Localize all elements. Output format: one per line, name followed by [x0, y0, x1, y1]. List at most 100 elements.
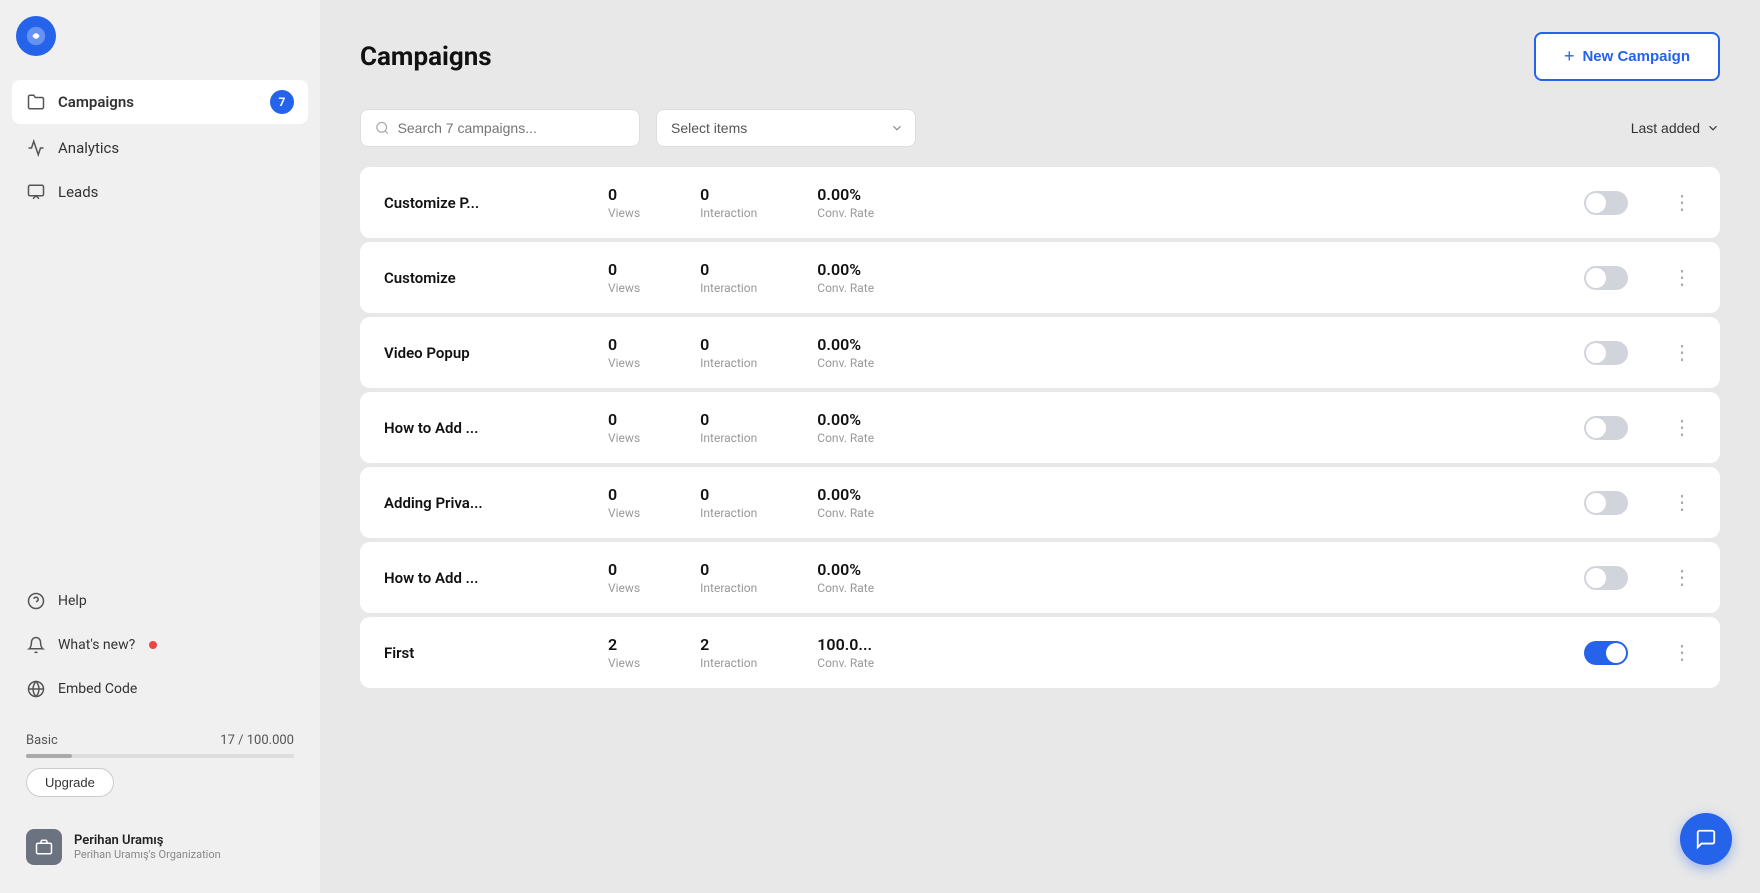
sidebar-item-leads[interactable]: Leads — [12, 172, 308, 212]
page-title: Campaigns — [360, 42, 492, 72]
chat-icon — [1695, 828, 1717, 850]
campaign-toggle[interactable] — [1584, 191, 1628, 215]
campaign-toggle[interactable] — [1584, 566, 1628, 590]
interaction-label: Interaction — [700, 281, 757, 295]
search-input[interactable] — [398, 120, 625, 136]
folder-icon — [26, 92, 46, 112]
views-stat: 0 Views — [608, 260, 640, 295]
views-label: Views — [608, 356, 640, 370]
campaign-name: First — [384, 644, 584, 662]
interaction-label: Interaction — [700, 656, 757, 670]
conv-rate-value: 0.00% — [817, 560, 861, 579]
interaction-label: Interaction — [700, 431, 757, 445]
more-options-button[interactable]: ⋮ — [1668, 190, 1696, 215]
more-options-button[interactable]: ⋮ — [1668, 490, 1696, 515]
logo-icon — [25, 25, 47, 47]
campaign-toggle[interactable] — [1584, 491, 1628, 515]
campaign-name: How to Add ... — [384, 569, 584, 587]
campaign-row: Video Popup 0 Views 0 Interaction 0.00% … — [360, 317, 1720, 388]
campaign-toggle[interactable] — [1584, 341, 1628, 365]
more-options-button[interactable]: ⋮ — [1668, 565, 1696, 590]
views-label: Views — [608, 506, 640, 520]
more-options-button[interactable]: ⋮ — [1668, 640, 1696, 665]
search-icon — [375, 120, 390, 136]
views-stat: 0 Views — [608, 185, 640, 220]
interaction-value: 0 — [700, 260, 709, 279]
sidebar-item-whats-new[interactable]: What's new? — [12, 625, 308, 665]
toggle-wrap — [1584, 566, 1628, 590]
campaign-toggle[interactable] — [1584, 266, 1628, 290]
notification-dot — [149, 641, 157, 649]
plan-usage: 17 / 100.000 — [220, 733, 294, 748]
interaction-label: Interaction — [700, 581, 757, 595]
monitor-icon — [26, 182, 46, 202]
sidebar-item-embed-code[interactable]: Embed Code — [12, 669, 308, 709]
sidebar-bottom: Help What's new? Embed Code Basic 17 / — [12, 581, 308, 877]
more-options-button[interactable]: ⋮ — [1668, 340, 1696, 365]
campaign-row: First 2 Views 2 Interaction 100.0... Con… — [360, 617, 1720, 688]
app-logo[interactable] — [16, 16, 56, 56]
views-label: Views — [608, 206, 640, 220]
analytics-label: Analytics — [58, 139, 119, 157]
interaction-value: 0 — [700, 335, 709, 354]
chart-icon — [26, 138, 46, 158]
campaign-row: Adding Priva... 0 Views 0 Interaction 0.… — [360, 467, 1720, 538]
toggle-knob — [1586, 418, 1606, 438]
select-wrapper: Select items — [656, 109, 916, 147]
toggle-wrap — [1584, 266, 1628, 290]
campaign-stats: 0 Views 0 Interaction 0.00% Conv. Rate — [608, 185, 1560, 220]
new-campaign-button[interactable]: + New Campaign — [1534, 32, 1720, 81]
conv-rate-label: Conv. Rate — [817, 206, 874, 220]
views-value: 0 — [608, 560, 617, 579]
campaign-stats: 0 Views 0 Interaction 0.00% Conv. Rate — [608, 410, 1560, 445]
campaign-toggle[interactable] — [1584, 416, 1628, 440]
chat-bubble[interactable] — [1680, 813, 1732, 865]
conv-rate-label: Conv. Rate — [817, 431, 874, 445]
campaign-name: How to Add ... — [384, 419, 584, 437]
campaign-name: Video Popup — [384, 344, 584, 362]
conv-rate-label: Conv. Rate — [817, 656, 874, 670]
main-content: Campaigns + New Campaign Select items La… — [320, 0, 1760, 893]
views-stat: 0 Views — [608, 410, 640, 445]
sidebar-item-analytics[interactable]: Analytics — [12, 128, 308, 168]
views-label: Views — [608, 656, 640, 670]
sidebar-nav: Campaigns 7 Analytics Leads — [12, 80, 308, 581]
interaction-label: Interaction — [700, 206, 757, 220]
interaction-label: Interaction — [700, 356, 757, 370]
campaign-toggle[interactable] — [1584, 641, 1628, 665]
views-stat: 0 Views — [608, 335, 640, 370]
embed-code-label: Embed Code — [58, 681, 137, 697]
toolbar: Select items Last added — [360, 109, 1720, 147]
more-options-button[interactable]: ⋮ — [1668, 265, 1696, 290]
sidebar-item-campaigns[interactable]: Campaigns 7 — [12, 80, 308, 124]
campaign-name: Customize — [384, 269, 584, 287]
sidebar-item-help[interactable]: Help — [12, 581, 308, 621]
campaign-stats: 0 Views 0 Interaction 0.00% Conv. Rate — [608, 485, 1560, 520]
plan-bar-fill — [26, 754, 72, 758]
interaction-stat: 0 Interaction — [700, 335, 757, 370]
views-label: Views — [608, 281, 640, 295]
toggle-wrap — [1584, 341, 1628, 365]
toggle-wrap — [1584, 191, 1628, 215]
campaigns-badge: 7 — [270, 90, 294, 114]
toggle-knob — [1606, 643, 1626, 663]
conv-rate-stat: 0.00% Conv. Rate — [817, 560, 874, 595]
help-icon — [26, 591, 46, 611]
toggle-knob — [1586, 568, 1606, 588]
upgrade-button[interactable]: Upgrade — [26, 768, 114, 797]
toggle-knob — [1586, 193, 1606, 213]
toggle-knob — [1586, 493, 1606, 513]
search-box[interactable] — [360, 109, 640, 147]
views-value: 0 — [608, 485, 617, 504]
campaign-row: How to Add ... 0 Views 0 Interaction 0.0… — [360, 392, 1720, 463]
more-options-button[interactable]: ⋮ — [1668, 415, 1696, 440]
conv-rate-label: Conv. Rate — [817, 581, 874, 595]
views-label: Views — [608, 581, 640, 595]
interaction-value: 2 — [700, 635, 709, 654]
interaction-stat: 2 Interaction — [700, 635, 757, 670]
campaign-row: Customize 0 Views 0 Interaction 0.00% Co… — [360, 242, 1720, 313]
select-items-dropdown[interactable]: Select items — [656, 109, 916, 147]
toggle-wrap — [1584, 491, 1628, 515]
sort-button[interactable]: Last added — [1631, 120, 1720, 136]
conv-rate-value: 100.0... — [817, 635, 872, 654]
